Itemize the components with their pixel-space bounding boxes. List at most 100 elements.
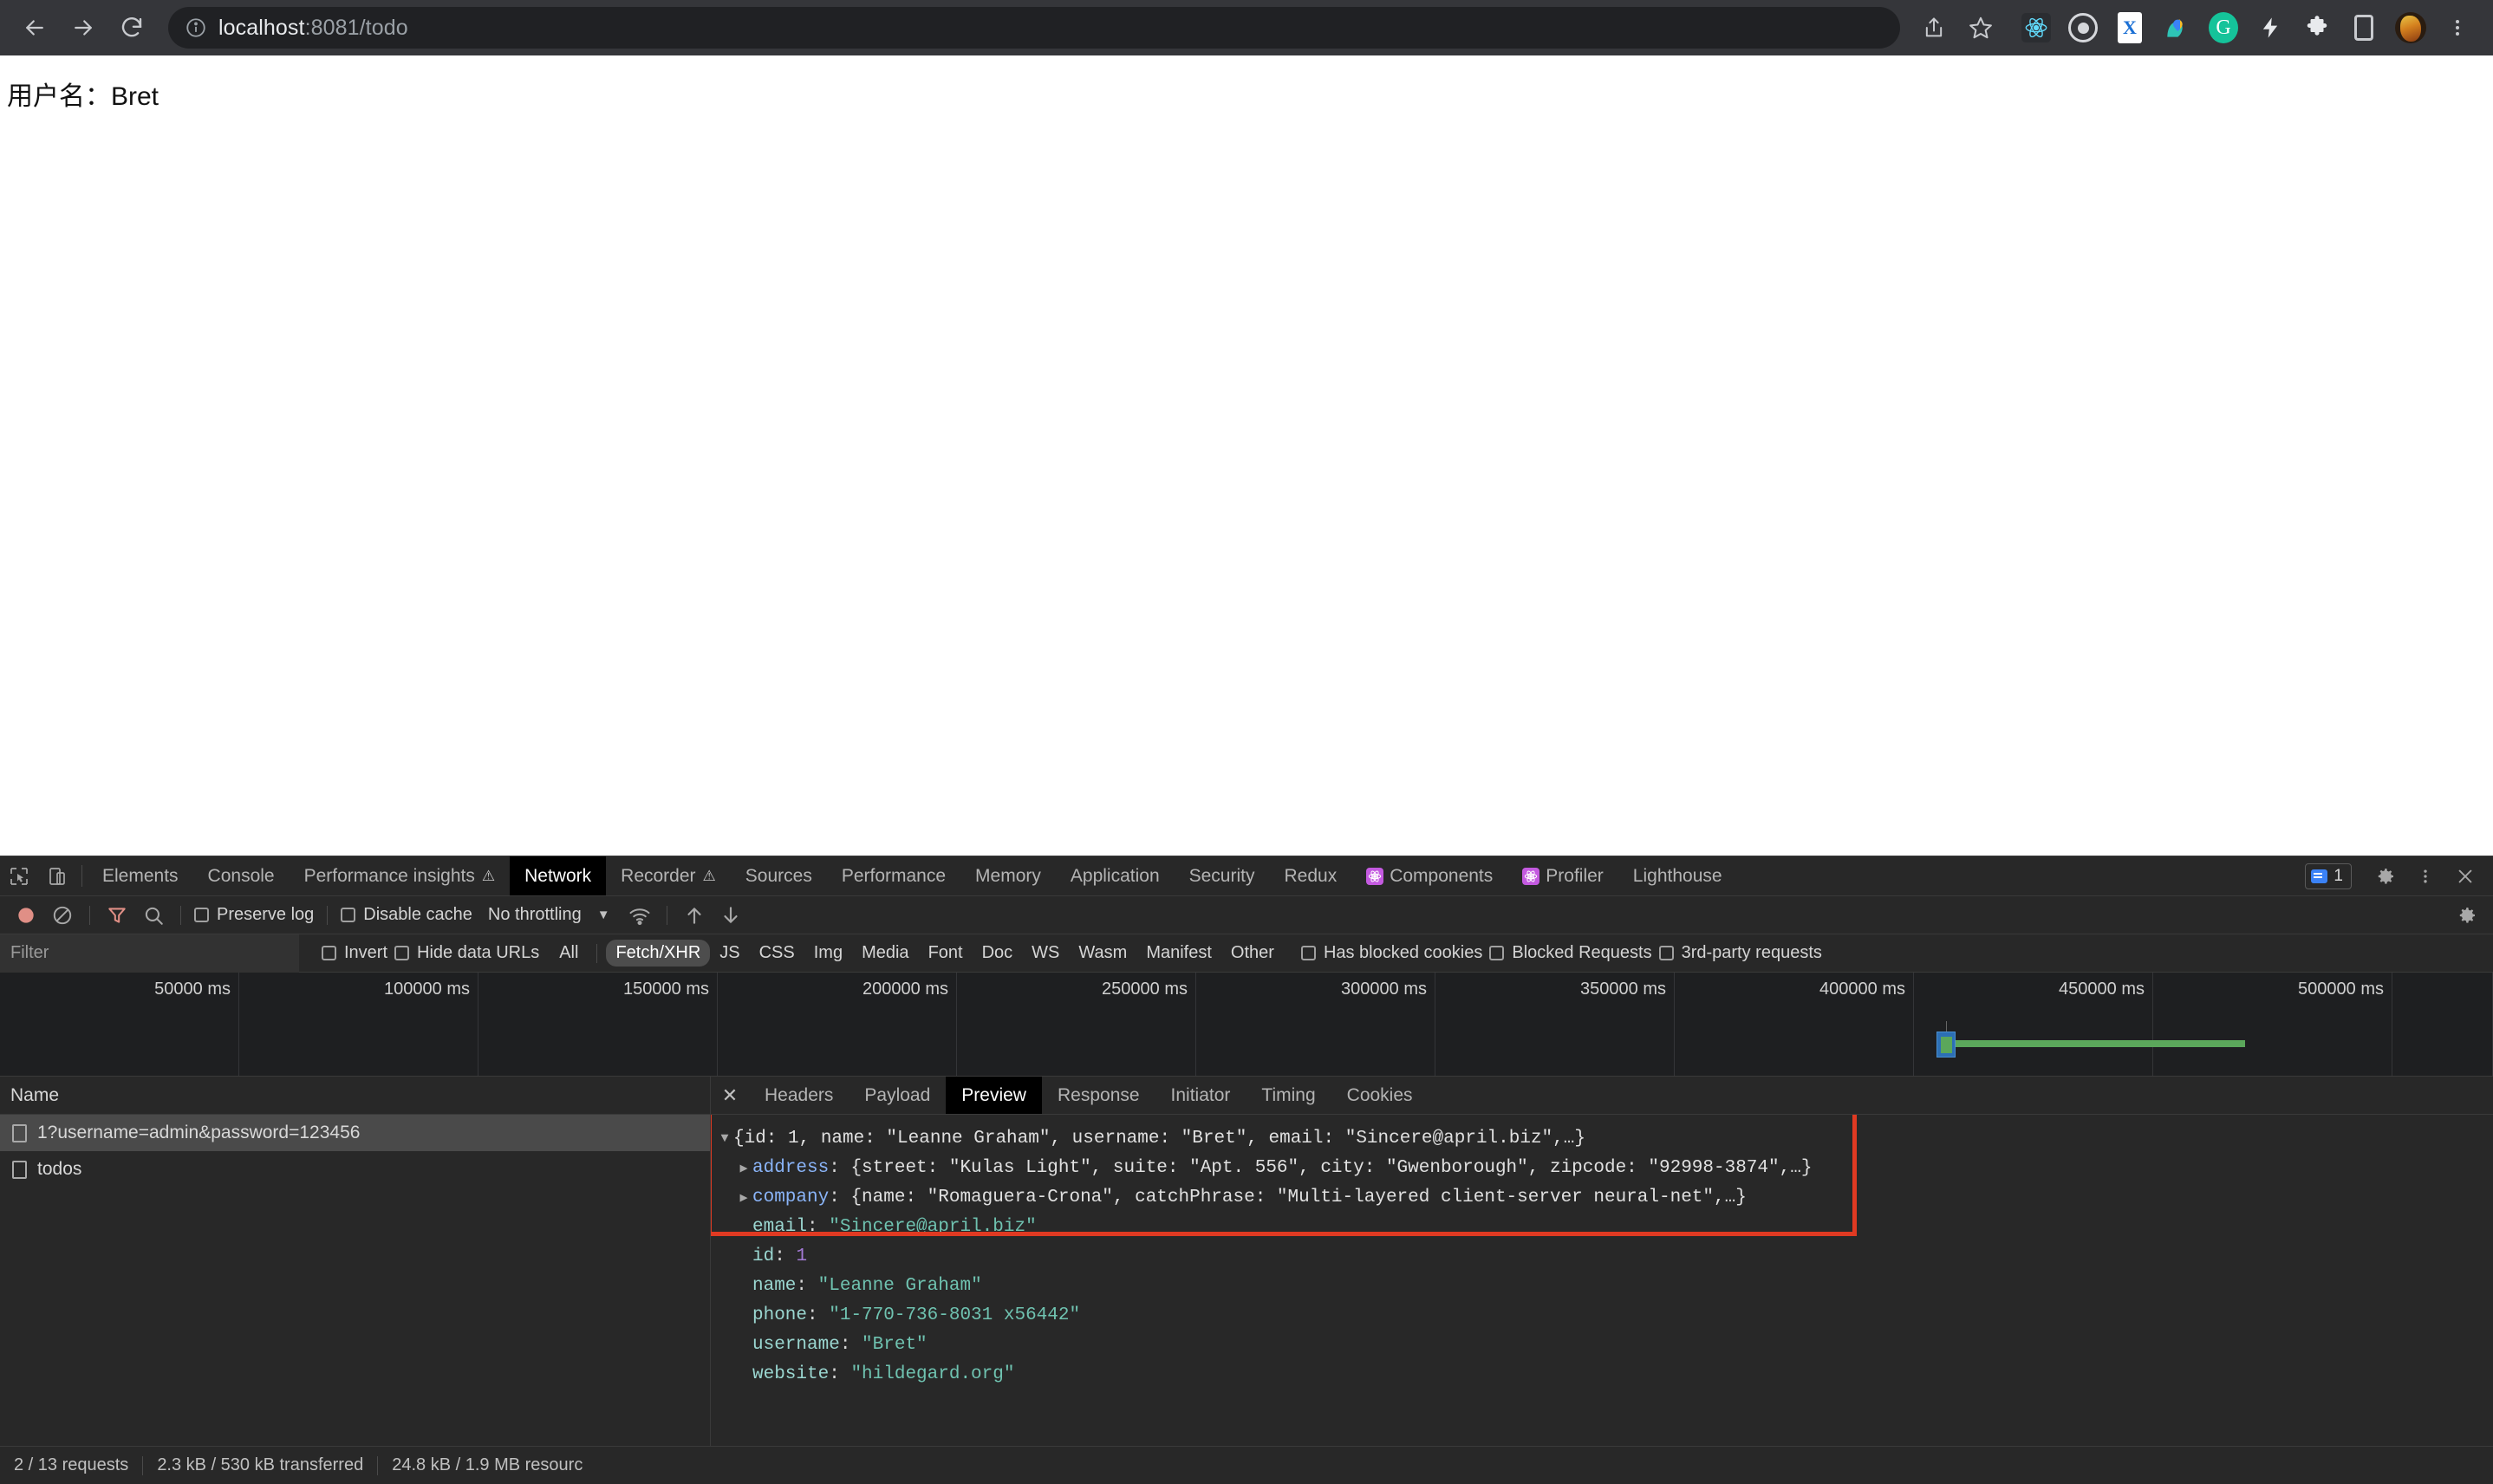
search-button[interactable]	[136, 900, 171, 931]
browser-menu-button[interactable]	[2434, 5, 2481, 50]
reload-button[interactable]	[109, 5, 154, 50]
detail-tab-timing[interactable]: Timing	[1246, 1077, 1331, 1114]
tab-lighthouse[interactable]: Lighthouse	[1618, 856, 1737, 895]
filter-type-manifest[interactable]: Manifest	[1136, 940, 1221, 967]
json-root-line[interactable]: ▼ {id: 1, name: "Leanne Graham", usernam…	[716, 1123, 2493, 1153]
filter-type-ws[interactable]: WS	[1022, 940, 1069, 967]
chevron-down-icon[interactable]: ▼	[597, 908, 610, 922]
detail-close-button[interactable]: ✕	[711, 1077, 749, 1114]
tab-sources[interactable]: Sources	[731, 856, 827, 895]
extension-head-profile[interactable]	[2153, 5, 2200, 50]
tab-recorder[interactable]: Recorder⚠	[606, 856, 731, 895]
detail-tab-headers[interactable]: Headers	[749, 1077, 849, 1114]
tab-memory[interactable]: Memory	[960, 856, 1056, 895]
filter-toggle-button[interactable]	[100, 900, 134, 931]
device-toolbar-button[interactable]	[38, 856, 76, 895]
json-prop-username: username : "Bret"	[716, 1330, 2493, 1359]
filter-type-other[interactable]: Other	[1221, 940, 1284, 967]
detail-tab-preview[interactable]: Preview	[946, 1077, 1042, 1114]
json-company-line[interactable]: ▶ company : {name: "Romaguera-Crona", ca…	[716, 1182, 2493, 1212]
extension-lightning[interactable]	[2247, 5, 2294, 50]
address-bar[interactable]: localhost:8081/todo	[168, 7, 1900, 49]
json-value: 1	[796, 1246, 807, 1266]
request-list-header[interactable]: Name	[0, 1077, 710, 1115]
export-har-button[interactable]	[713, 900, 748, 931]
side-panel-button[interactable]	[2340, 5, 2387, 50]
extension-react-devtools[interactable]	[2013, 5, 2060, 50]
inspect-element-button[interactable]	[0, 856, 38, 895]
tab-profiler[interactable]: Profiler	[1507, 856, 1618, 895]
react-logo-icon	[1366, 868, 1383, 885]
extension-target[interactable]	[2060, 5, 2106, 50]
filter-type-css[interactable]: CSS	[750, 940, 804, 967]
tab-network[interactable]: Network	[510, 856, 606, 895]
back-button[interactable]	[12, 5, 57, 50]
share-button[interactable]	[1910, 5, 1957, 50]
tab-redux[interactable]: Redux	[1269, 856, 1351, 895]
filter-type-all[interactable]: All	[550, 940, 588, 967]
disable-cache-checkbox[interactable]: Disable cache	[337, 905, 476, 925]
invert-checkbox[interactable]: Invert	[318, 943, 391, 963]
filter-input[interactable]	[0, 934, 299, 973]
third-party-requests-checkbox[interactable]: 3rd-party requests	[1656, 943, 1826, 963]
import-har-button[interactable]	[677, 900, 712, 931]
tab-label: Memory	[975, 866, 1041, 887]
extensions-menu-button[interactable]	[2294, 5, 2340, 50]
network-settings-button[interactable]	[2450, 900, 2484, 931]
expand-arrow-icon[interactable]: ▼	[716, 1131, 733, 1146]
filter-type-font[interactable]: Font	[919, 940, 973, 967]
filter-type-js[interactable]: JS	[710, 940, 749, 967]
extension-grammarly[interactable]: G	[2200, 5, 2247, 50]
devtools-more-button[interactable]	[2406, 866, 2444, 887]
record-button[interactable]	[9, 900, 43, 931]
tab-security[interactable]: Security	[1175, 856, 1270, 895]
import-har-icon	[683, 904, 706, 927]
expand-arrow-icon[interactable]: ▶	[735, 1160, 752, 1176]
network-overview-timeline[interactable]: 50000 ms 100000 ms 150000 ms 200000 ms 2…	[0, 973, 2493, 1077]
forward-button[interactable]	[61, 5, 106, 50]
devtools-settings-button[interactable]	[2366, 866, 2405, 887]
devtools-close-button[interactable]	[2446, 867, 2484, 886]
request-row-login[interactable]: 1?username=admin&password=123456	[0, 1115, 710, 1151]
detail-tab-payload[interactable]: Payload	[849, 1077, 946, 1114]
profile-avatar-button[interactable]	[2387, 5, 2434, 50]
tab-components[interactable]: Components	[1351, 856, 1507, 895]
json-address-line[interactable]: ▶ address : {street: "Kulas Light", suit…	[716, 1153, 2493, 1182]
json-root-text: {id: 1, name: "Leanne Graham", username:…	[733, 1129, 1585, 1149]
bookmark-button[interactable]	[1957, 5, 2004, 50]
filter-type-media[interactable]: Media	[852, 940, 918, 967]
checkbox-box	[322, 946, 336, 960]
column-header-name: Name	[10, 1085, 59, 1106]
message-count-badge[interactable]: 1	[2305, 863, 2352, 889]
blocked-requests-checkbox[interactable]: Blocked Requests	[1486, 943, 1655, 963]
filter-type-doc[interactable]: Doc	[973, 940, 1023, 967]
throttling-select[interactable]: No throttling	[488, 905, 582, 925]
preserve-log-checkbox[interactable]: Preserve log	[191, 905, 317, 925]
filter-type-img[interactable]: Img	[804, 940, 852, 967]
tab-console[interactable]: Console	[193, 856, 290, 895]
expand-arrow-icon[interactable]: ▶	[735, 1189, 752, 1206]
filter-type-fetch-xhr[interactable]: Fetch/XHR	[606, 940, 710, 967]
tab-performance[interactable]: Performance	[827, 856, 960, 895]
timeline-tick-label: 300000 ms	[1341, 980, 1435, 999]
network-conditions-button[interactable]	[622, 900, 657, 931]
has-blocked-cookies-label: Has blocked cookies	[1324, 943, 1482, 963]
json-prop-website: website : "hildegard.org"	[716, 1359, 2493, 1389]
spacer	[1737, 856, 2306, 895]
tab-application[interactable]: Application	[1056, 856, 1175, 895]
clear-button[interactable]	[45, 900, 80, 931]
extension-x-app[interactable]: X	[2106, 5, 2153, 50]
tab-elements[interactable]: Elements	[88, 856, 193, 895]
request-row-todos[interactable]: todos	[0, 1151, 710, 1188]
detail-tab-cookies[interactable]: Cookies	[1331, 1077, 1429, 1114]
json-preview-body[interactable]: ▼ {id: 1, name: "Leanne Graham", usernam…	[711, 1115, 2493, 1446]
detail-tab-initiator[interactable]: Initiator	[1155, 1077, 1246, 1114]
site-info-icon[interactable]	[184, 16, 208, 40]
has-blocked-cookies-checkbox[interactable]: Has blocked cookies	[1298, 943, 1486, 963]
tab-label: Performance	[842, 866, 946, 887]
hide-data-urls-checkbox[interactable]: Hide data URLs	[391, 943, 543, 963]
detail-tab-response[interactable]: Response	[1042, 1077, 1155, 1114]
filter-type-wasm[interactable]: Wasm	[1069, 940, 1136, 967]
json-value: "hildegard.org"	[850, 1364, 1014, 1384]
tab-performance-insights[interactable]: Performance insights⚠	[290, 856, 511, 895]
